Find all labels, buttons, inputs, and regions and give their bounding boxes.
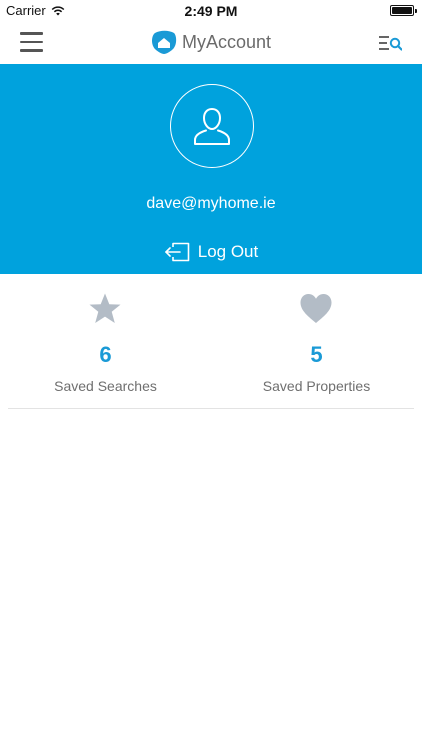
status-time: 2:49 PM bbox=[184, 3, 238, 19]
status-bar: Carrier 2:49 PM bbox=[0, 0, 422, 22]
stats-row: 6 Saved Searches 5 Saved Properties bbox=[0, 274, 422, 406]
saved-properties-count: 5 bbox=[310, 342, 323, 367]
saved-properties-label: Saved Properties bbox=[262, 378, 371, 394]
logout-label: Log Out bbox=[197, 242, 259, 261]
saved-searches-count: 6 bbox=[99, 342, 112, 367]
avatar[interactable] bbox=[170, 84, 254, 168]
nav-title-group: MyAccount bbox=[0, 30, 422, 54]
logout-icon bbox=[164, 242, 190, 262]
battery-icon bbox=[390, 5, 417, 16]
nav-bar: MyAccount bbox=[0, 22, 422, 64]
logout-button[interactable]: Log Out bbox=[0, 242, 422, 262]
star-icon bbox=[89, 293, 121, 323]
saved-properties-stat[interactable]: 5 Saved Properties bbox=[211, 274, 422, 406]
search-list-icon[interactable] bbox=[379, 34, 402, 52]
saved-searches-stat[interactable]: 6 Saved Searches bbox=[0, 274, 211, 406]
myhome-logo-icon bbox=[151, 30, 177, 54]
user-icon bbox=[194, 107, 230, 145]
user-email: dave@myhome.ie bbox=[146, 195, 276, 212]
saved-searches-label: Saved Searches bbox=[54, 378, 157, 394]
profile-header: dave@myhome.ie Log Out bbox=[0, 64, 422, 274]
divider bbox=[8, 408, 414, 409]
page-title: MyAccount bbox=[181, 31, 272, 52]
heart-icon bbox=[300, 294, 332, 323]
